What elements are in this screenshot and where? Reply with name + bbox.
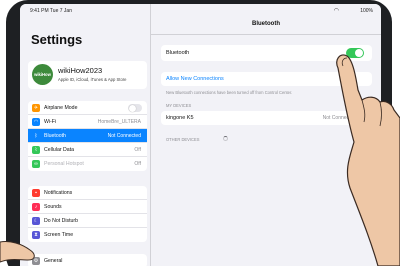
sidebar-item-notifications[interactable]: ▪ Notifications (28, 186, 147, 200)
sidebar-group-notifications: ▪ Notifications ♪ Sounds ☾ Do Not Distur… (28, 186, 147, 242)
sidebar-group-connectivity: ✈ Airplane Mode ◠ Wi-Fi HomeBre_ULTERA ᛒ… (28, 101, 147, 171)
sidebar-item-bluetooth[interactable]: ᛒ Bluetooth Not Connected (28, 129, 147, 143)
sidebar-item-label: Bluetooth (44, 133, 66, 139)
sidebar-item-label: Cellular Data (44, 147, 74, 153)
sidebar-item-label: Sounds (44, 204, 62, 210)
pointing-hand-illustration (336, 54, 400, 266)
sidebar-item-wifi[interactable]: ◠ Wi-Fi HomeBre_ULTERA (28, 115, 147, 129)
sidebar-item-label: Wi-Fi (44, 119, 57, 125)
sidebar-item-sounds[interactable]: ♪ Sounds (28, 200, 147, 214)
bluetooth-icon: ᛒ (32, 132, 40, 140)
hand-shape (336, 54, 400, 266)
apple-id-profile[interactable]: wikiHow wikiHow2023 Apple ID, iCloud, iT… (28, 61, 147, 89)
sidebar-item-cellular-data[interactable]: ⌇ Cellular Data Off (28, 143, 147, 157)
sidebar-item-personal-hotspot[interactable]: ∞ Personal Hotspot Off (28, 157, 147, 171)
wifi-icon: ◠ (32, 118, 40, 126)
notifications-icon: ▪ (32, 189, 40, 197)
page-title: Settings (31, 32, 83, 47)
moon-icon: ☾ (32, 217, 40, 225)
status-bar-right: ◠ 100% (151, 4, 381, 16)
sidebar-item-label: Do Not Disturb (44, 218, 79, 224)
sidebar-item-label: Airplane Mode (44, 105, 78, 111)
sidebar-item-value: Off (134, 147, 141, 153)
status-bar: 9:41 PM Tue 7 Jan (20, 4, 150, 16)
battery-indicator: 100% (360, 8, 373, 14)
sidebar-item-value: HomeBre_ULTERA (97, 119, 141, 125)
bluetooth-label: Bluetooth (166, 50, 190, 56)
airplane-mode-toggle[interactable] (128, 104, 142, 112)
detail-title: Bluetooth (252, 21, 280, 27)
sidebar-item-do-not-disturb[interactable]: ☾ Do Not Disturb (28, 214, 147, 228)
holding-hand-illustration (0, 241, 35, 263)
status-time: 9:41 PM Tue 7 Jan (30, 8, 72, 14)
sidebar-item-value: Off (134, 161, 141, 167)
my-devices-header: MY DEVICES (166, 103, 192, 108)
airplane-icon: ✈ (32, 104, 40, 112)
sidebar-item-label: Personal Hotspot (44, 161, 84, 167)
divider (151, 34, 381, 35)
loading-spinner-icon (223, 136, 228, 141)
hand-shape (0, 241, 35, 263)
profile-subtitle: Apple ID, iCloud, iTunes & App Store (58, 77, 127, 82)
hotspot-icon: ∞ (32, 160, 40, 168)
other-devices-header: OTHER DEVICES (166, 137, 200, 142)
settings-sidebar: 9:41 PM Tue 7 Jan Settings wikiHow wikiH… (20, 4, 151, 266)
antenna-icon: ⌇ (32, 146, 40, 154)
sidebar-item-airplane-mode[interactable]: ✈ Airplane Mode (28, 101, 147, 115)
allow-new-connections-link[interactable]: Allow New Connections (166, 76, 224, 82)
avatar: wikiHow (32, 64, 53, 85)
wifi-icon: ◠ (333, 8, 339, 14)
device-name: kingone K5 (166, 115, 194, 121)
sounds-icon: ♪ (32, 203, 40, 211)
sidebar-item-value: Not Connected (107, 133, 141, 139)
profile-name: wikiHow2023 (58, 66, 103, 75)
sidebar-item-label: Notifications (44, 190, 73, 196)
connections-note: New Bluetooth connections have been turn… (166, 90, 293, 95)
